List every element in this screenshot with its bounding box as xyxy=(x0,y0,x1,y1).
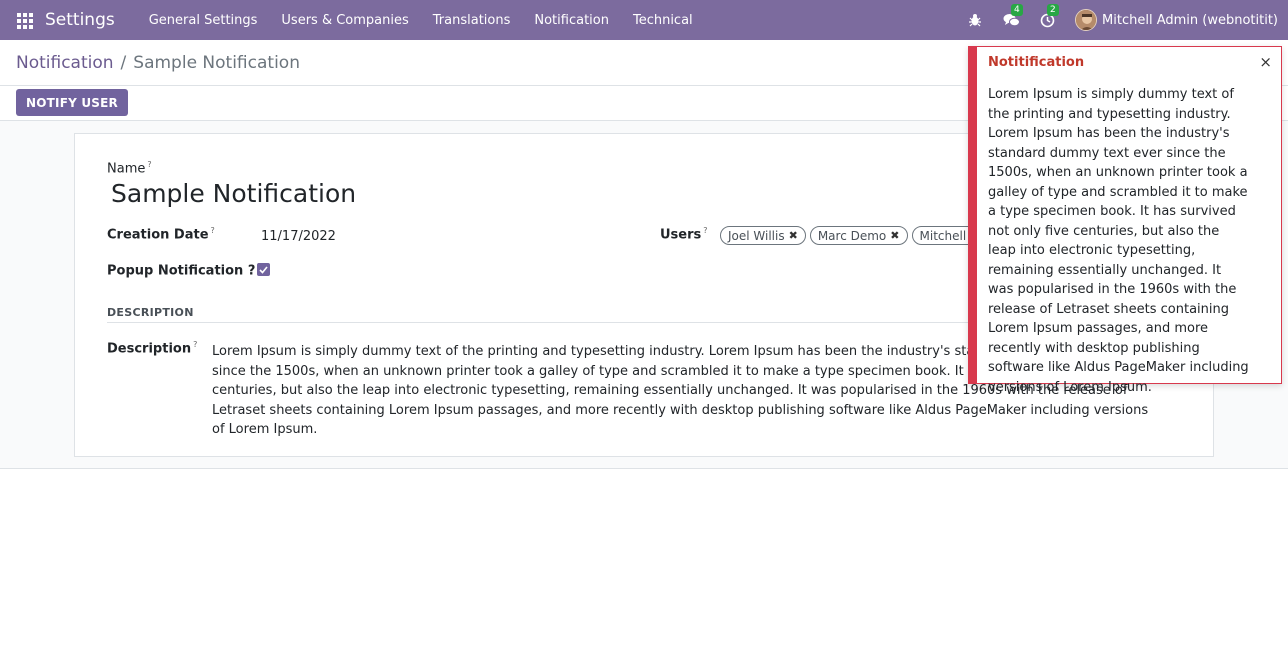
checkmark-icon xyxy=(259,265,268,274)
remove-tag-icon[interactable]: ✖ xyxy=(789,229,798,242)
messages-badge: 4 xyxy=(1011,4,1023,16)
close-icon[interactable]: × xyxy=(1259,53,1272,71)
remove-tag-icon[interactable]: ✖ xyxy=(890,229,899,242)
name-field[interactable]: Sample Notification xyxy=(111,179,356,208)
user-tag: Marc Demo ✖ xyxy=(809,226,908,245)
messages-icon[interactable]: 4 xyxy=(1001,4,1023,30)
navbar-systray: 4 2 Mitchell Admin (webnotitit) xyxy=(957,0,1288,40)
app-brand[interactable]: Settings xyxy=(45,10,115,30)
help-tooltip-icon[interactable]: ? xyxy=(211,226,215,235)
users-label: Users? xyxy=(660,226,708,243)
bug-icon[interactable] xyxy=(965,10,985,30)
popup-notification-label: Popup Notification ?? xyxy=(107,262,262,278)
user-avatar[interactable] xyxy=(1075,9,1098,31)
creation-date-label: Creation Date? xyxy=(107,226,215,243)
name-label: Name? xyxy=(107,160,152,177)
notification-popup: Notitification × Lorem Ipsum is simply d… xyxy=(968,46,1282,395)
user-tag: Joel Willis ✖ xyxy=(720,226,806,245)
breadcrumb-separator: / xyxy=(120,52,127,73)
popup-notification-checkbox[interactable] xyxy=(257,263,270,276)
top-navbar: Settings General Settings Users & Compan… xyxy=(0,0,1288,40)
user-menu-name[interactable]: Mitchell Admin (webnotitit) xyxy=(1102,13,1278,28)
menu-users-companies[interactable]: Users & Companies xyxy=(281,13,408,28)
help-tooltip-icon[interactable]: ? xyxy=(703,226,707,235)
description-section-title: DESCRIPTION xyxy=(107,306,194,319)
help-tooltip-icon[interactable]: ? xyxy=(193,340,197,349)
notification-title: Notitification xyxy=(988,55,1085,70)
menu-notification[interactable]: Notification xyxy=(534,13,609,28)
breadcrumb-parent-link[interactable]: Notification xyxy=(16,53,114,73)
menu-general-settings[interactable]: General Settings xyxy=(149,13,258,28)
help-tooltip-icon[interactable]: ? xyxy=(147,160,151,169)
creation-date-field[interactable]: 11/17/2022 xyxy=(261,229,336,244)
apps-grid-icon[interactable] xyxy=(17,13,33,29)
menu-technical[interactable]: Technical xyxy=(633,13,693,28)
clock-icon[interactable]: 2 xyxy=(1037,4,1059,30)
description-label: Description? xyxy=(107,340,198,357)
breadcrumb-current: Sample Notification xyxy=(133,52,300,73)
activities-badge: 2 xyxy=(1047,4,1059,16)
notify-user-button[interactable]: NOTIFY USER xyxy=(16,89,128,116)
notification-body: Lorem Ipsum is simply dummy text of the … xyxy=(988,87,1249,395)
menu-translations[interactable]: Translations xyxy=(433,13,511,28)
